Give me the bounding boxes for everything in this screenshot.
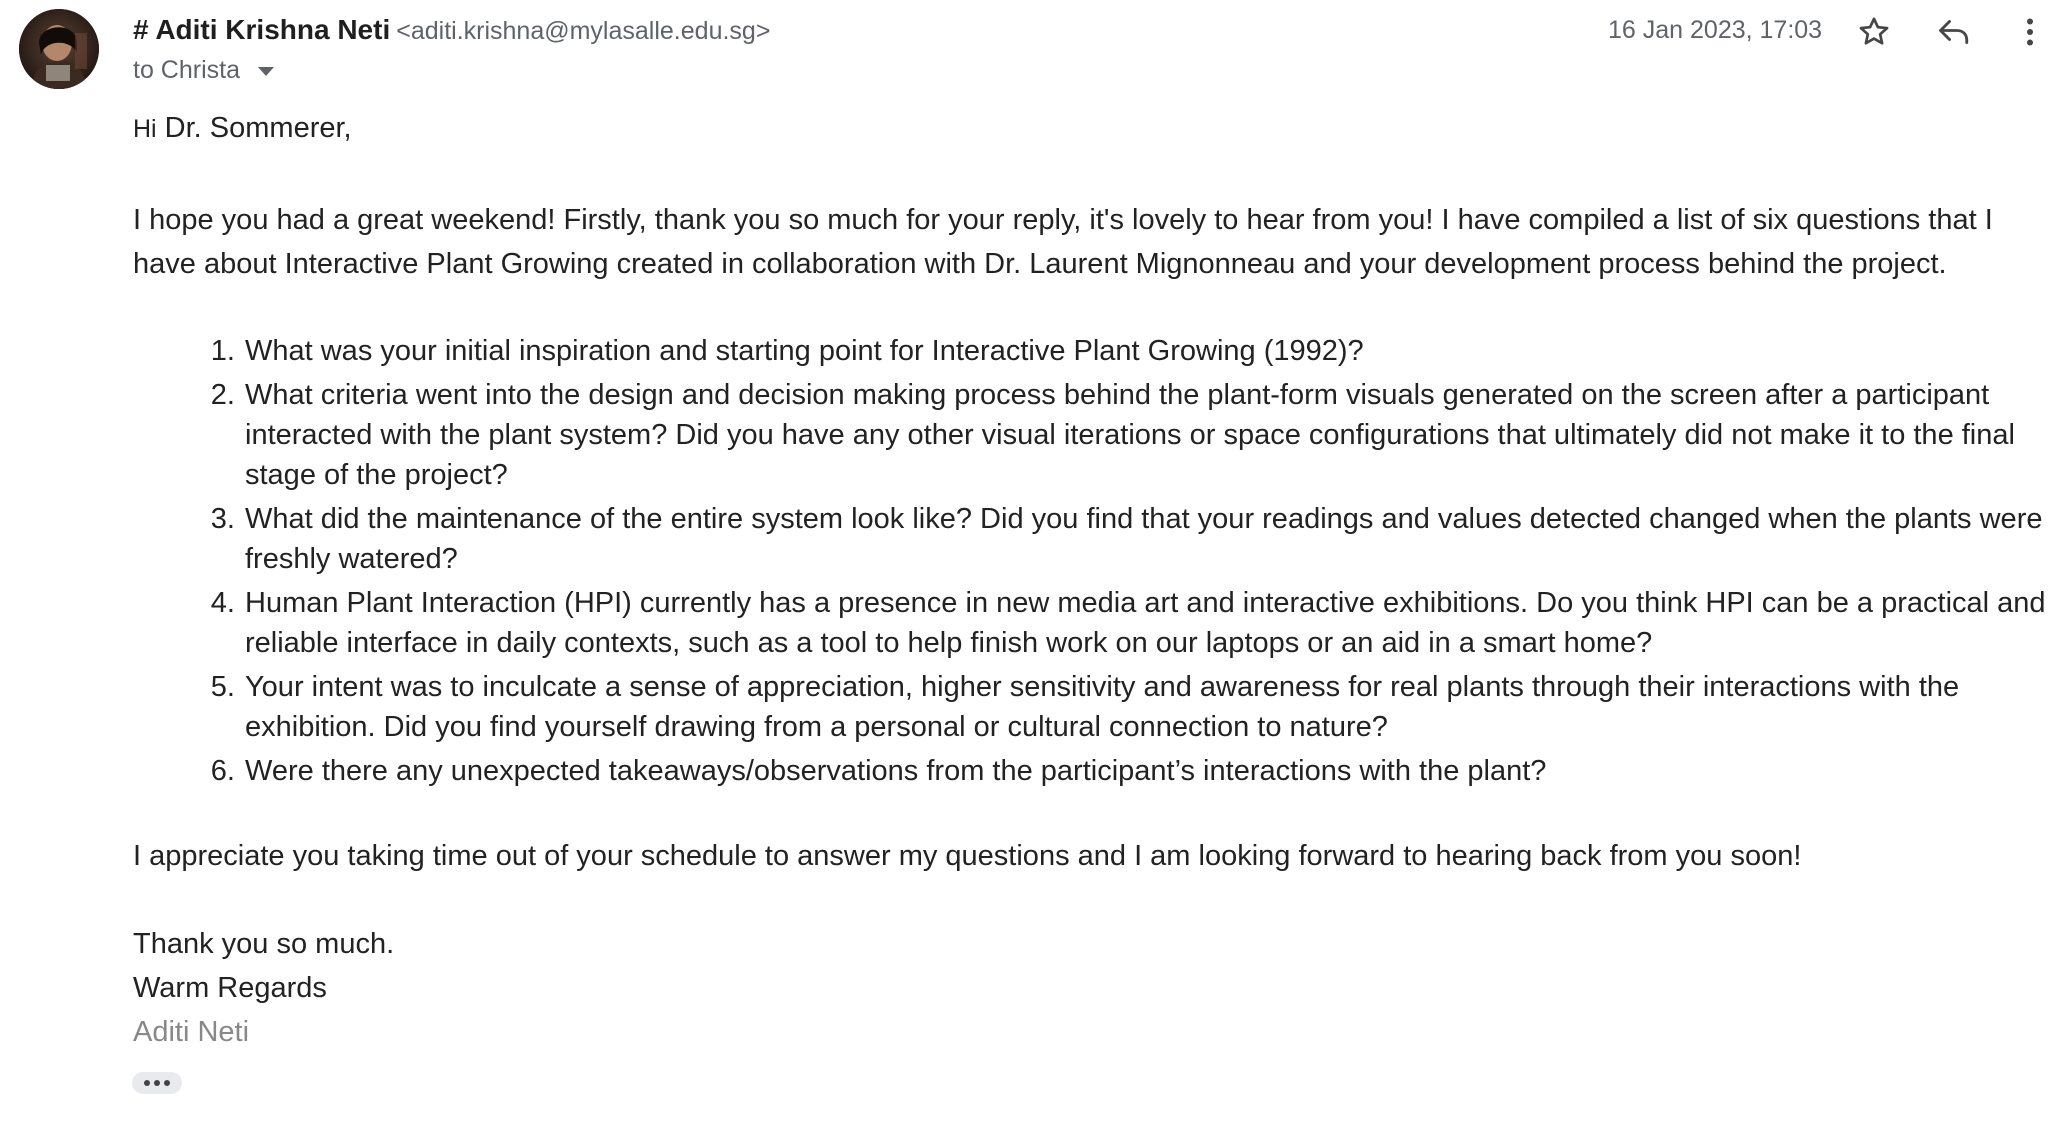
signature-name: Aditi Neti [133, 1016, 250, 1048]
reply-icon [1939, 20, 1969, 44]
closing-paragraph: I appreciate you taking time out of your… [133, 840, 1802, 872]
sender-info: # Aditi Krishna Neti <aditi.krishna@mylas… [133, 10, 770, 50]
email-body: Hi Dr. Sommerer, I hope you had a great … [133, 108, 2053, 1054]
greeting-name: Dr. Sommerer, [164, 112, 352, 144]
show-trimmed-content-button[interactable] [132, 1072, 182, 1094]
question-list: What was your initial inspiration and st… [133, 331, 2070, 791]
recipient-details-toggle[interactable]: to Christa [133, 50, 274, 90]
chevron-down-icon [257, 66, 274, 76]
email-message: # Aditi Krishna Neti <aditi.krishna@mylas… [0, 0, 2070, 1130]
greeting: Hi Dr. Sommerer, [133, 108, 2053, 149]
sender-email: <aditi.krishna@mylasalle.edu.sg> [396, 17, 771, 45]
ellipsis-icon [144, 1080, 150, 1086]
ellipsis-icon [154, 1080, 160, 1086]
ellipsis-icon [164, 1080, 170, 1086]
sender-name[interactable]: # Aditi Krishna Neti [133, 14, 390, 45]
regards-line: Warm Regards [133, 972, 327, 1004]
question-item: Your intent was to inculcate a sense of … [243, 667, 2070, 747]
intro-paragraph: I hope you had a great weekend! Firstly,… [133, 204, 1993, 280]
sender-avatar[interactable] [19, 9, 99, 89]
star-icon [1859, 17, 1889, 45]
star-button[interactable] [1850, 8, 1898, 56]
question-item: Were there any unexpected takeaways/obse… [243, 751, 2070, 791]
question-item: Human Plant Interaction (HPI) currently … [243, 583, 2070, 663]
more-vertical-icon [2027, 18, 2033, 46]
recipient-label: to Christa [133, 56, 240, 84]
greeting-hi: Hi [133, 115, 157, 143]
reply-button[interactable] [1930, 8, 1978, 56]
more-options-button[interactable] [2006, 8, 2054, 56]
avatar-photo-icon [19, 9, 99, 89]
timestamp: 16 Jan 2023, 17:03 [1608, 16, 1823, 44]
question-item: What criteria went into the design and d… [243, 375, 2070, 495]
question-item: What was your initial inspiration and st… [243, 331, 2070, 371]
question-item: What did the maintenance of the entire s… [243, 499, 2070, 579]
thanks-line: Thank you so much. [133, 928, 395, 960]
